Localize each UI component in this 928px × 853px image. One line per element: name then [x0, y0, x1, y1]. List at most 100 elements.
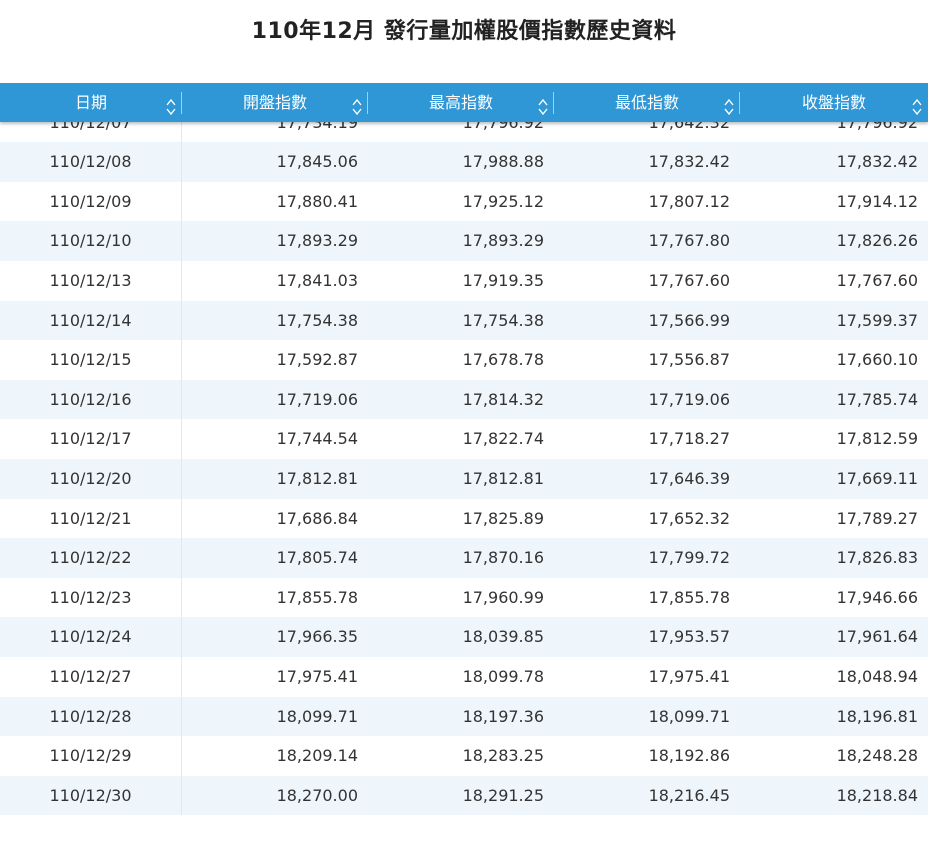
cell-date: 110/12/29 — [0, 736, 182, 776]
cell-low: 17,767.80 — [648, 231, 730, 251]
cell-low: 18,192.86 — [648, 746, 730, 766]
cell-date: 110/12/16 — [0, 379, 182, 420]
cell-low: 17,832.42 — [648, 152, 730, 172]
column-header-date[interactable]: 日期 — [0, 83, 182, 122]
cell-close: 17,832.42 — [836, 152, 918, 172]
cell-high: 17,893.29 — [462, 231, 544, 251]
cell-low: 17,953.57 — [648, 627, 730, 647]
table-row: 110/12/10 17,893.29 17,893.29 17,767.80 17,8… — [0, 221, 928, 261]
table-row: 110/12/15 17,592.87 17,678.78 17,556.87 17,6… — [0, 340, 928, 380]
cell-high: 17,960.99 — [462, 587, 544, 607]
history-table: 日期 開盤指數 最高指數 最低指數 收盤指數 110/12/0617,690.6… — [0, 83, 928, 853]
cell-close: 17,767.60 — [836, 270, 918, 290]
table-row: 110/12/24 17,966.35 18,039.85 17,953.57 17,9… — [0, 617, 928, 657]
cell-high: 17,925.12 — [462, 191, 544, 211]
table-body: 110/12/0617,690.6717,733.4217,583.9317,6… — [0, 83, 928, 816]
column-header-label: 開盤指數 — [242, 93, 307, 112]
cell-open: 17,975.41 — [276, 666, 358, 686]
cell-low: 17,652.32 — [648, 508, 730, 528]
cell-open: 17,880.41 — [276, 191, 358, 211]
column-header-close[interactable]: 收盤指數 — [740, 83, 928, 122]
cell-high: 17,814.32 — [462, 389, 544, 409]
column-header-low[interactable]: 最低指數 — [554, 83, 740, 122]
cell-close: 17,669.11 — [836, 468, 918, 488]
cell-high: 17,812.81 — [462, 468, 544, 488]
table-row: 110/12/14 17,754.38 17,754.38 17,566.99 17,5… — [0, 300, 928, 341]
cell-open: 18,209.14 — [276, 746, 358, 766]
cell-low: 17,807.12 — [648, 191, 730, 211]
cell-low: 18,099.71 — [648, 706, 730, 726]
table-row: 110/12/22 17,805.74 17,870.16 17,799.72 17,8… — [0, 538, 928, 578]
table-row: 110/12/28 18,099.71 18,197.36 18,099.71 18,1… — [0, 696, 928, 737]
sort-icon[interactable] — [536, 92, 550, 116]
cell-open: 17,719.06 — [276, 389, 358, 409]
sort-icon[interactable] — [722, 92, 736, 116]
cell-high: 17,678.78 — [462, 350, 544, 370]
cell-low: 17,799.72 — [648, 548, 730, 568]
table-row: 110/12/30 18,270.00 18,291.25 18,216.45 18,2… — [0, 775, 928, 816]
cell-open: 17,686.84 — [276, 508, 358, 528]
cell-date: 110/12/22 — [0, 538, 182, 578]
cell-open: 17,592.87 — [276, 350, 358, 370]
column-header-high[interactable]: 最高指數 — [368, 83, 554, 122]
table-header: 日期 開盤指數 最高指數 最低指數 收盤指數 — [0, 83, 928, 122]
cell-high: 18,039.85 — [462, 627, 544, 647]
cell-open: 17,855.78 — [276, 587, 358, 607]
cell-date: 110/12/08 — [0, 142, 182, 182]
cell-open: 17,845.06 — [276, 152, 358, 172]
cell-high: 17,988.88 — [462, 152, 544, 172]
cell-date: 110/12/15 — [0, 340, 182, 380]
cell-close: 17,785.74 — [836, 389, 918, 409]
cell-close: 17,914.12 — [836, 191, 918, 211]
cell-low: 18,216.45 — [648, 785, 730, 805]
cell-low: 17,855.78 — [648, 587, 730, 607]
cell-low: 17,767.60 — [648, 270, 730, 290]
cell-date: 110/12/10 — [0, 221, 182, 261]
cell-high: 17,822.74 — [462, 429, 544, 449]
cell-open: 17,893.29 — [276, 231, 358, 251]
table-row: 110/12/17 17,744.54 17,822.74 17,718.27 17,8… — [0, 419, 928, 459]
cell-close: 17,789.27 — [836, 508, 918, 528]
table-row: 110/12/21 17,686.84 17,825.89 17,652.32 17,7… — [0, 498, 928, 539]
cell-high: 18,291.25 — [462, 785, 544, 805]
page-title: 110年12月 發行量加權股價指數歷史資料 — [251, 19, 677, 44]
table-row: 110/12/20 17,812.81 17,812.81 17,646.39 17,6… — [0, 458, 928, 499]
cell-close: 17,812.59 — [836, 429, 918, 449]
cell-close: 17,599.37 — [836, 310, 918, 330]
cell-low: 17,556.87 — [648, 350, 730, 370]
sort-icon[interactable] — [350, 92, 364, 116]
cell-open: 17,754.38 — [276, 310, 358, 330]
cell-date: 110/12/14 — [0, 300, 182, 341]
cell-low: 17,719.06 — [648, 389, 730, 409]
table-row: 110/12/16 17,719.06 17,814.32 17,719.06 17,7… — [0, 379, 928, 420]
cell-close: 17,660.10 — [836, 350, 918, 370]
table-row: 110/12/08 17,845.06 17,988.88 17,832.42 17,8… — [0, 142, 928, 182]
column-header-label: 最高指數 — [428, 93, 493, 112]
cell-date: 110/12/30 — [0, 775, 182, 816]
cell-close: 18,196.81 — [836, 706, 918, 726]
cell-date: 110/12/27 — [0, 656, 182, 697]
cell-high: 18,099.78 — [462, 666, 544, 686]
table-row: 110/12/23 17,855.78 17,960.99 17,855.78 17,9… — [0, 577, 928, 618]
sort-icon[interactable] — [910, 92, 924, 116]
column-header-label: 最低指數 — [614, 93, 679, 112]
column-header-label: 收盤指數 — [801, 93, 866, 112]
cell-close: 17,946.66 — [836, 587, 918, 607]
cell-high: 18,283.25 — [462, 746, 544, 766]
cell-date: 110/12/28 — [0, 696, 182, 737]
sort-icon[interactable] — [164, 92, 178, 116]
cell-high: 17,870.16 — [462, 548, 544, 568]
column-header-label: 日期 — [74, 93, 107, 112]
cell-close: 17,826.83 — [836, 548, 918, 568]
cell-close: 18,248.28 — [836, 746, 918, 766]
column-header-open[interactable]: 開盤指數 — [182, 83, 368, 122]
cell-close: 17,961.64 — [836, 627, 918, 647]
cell-high: 17,754.38 — [462, 310, 544, 330]
cell-low: 17,718.27 — [648, 429, 730, 449]
cell-open: 18,270.00 — [276, 785, 358, 805]
cell-date: 110/12/21 — [0, 498, 182, 539]
table-row: 110/12/29 18,209.14 18,283.25 18,192.86 18,2… — [0, 736, 928, 776]
cell-open: 17,805.74 — [276, 548, 358, 568]
cell-open: 17,966.35 — [276, 627, 358, 647]
cell-date: 110/12/17 — [0, 419, 182, 459]
